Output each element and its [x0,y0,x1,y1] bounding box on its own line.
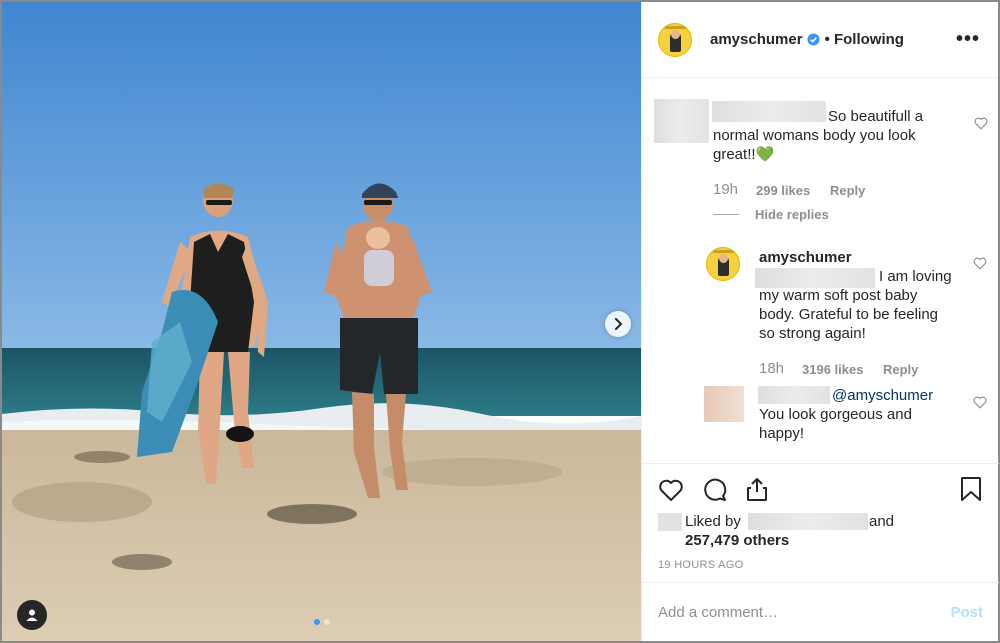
carousel-indicator [314,619,330,625]
comment-text: normal womans body you look [713,127,916,144]
commenter-avatar-blurred[interactable] [704,386,744,422]
beach-photo [2,2,641,641]
liked-by-name-blurred[interactable] [748,513,868,530]
reply-button[interactable]: Reply [883,362,918,377]
author-username[interactable]: amyschumer [710,31,803,48]
user-tag-icon [26,609,38,621]
next-photo-button[interactable] [605,311,631,337]
comment-text: happy! [759,425,805,442]
reply-text: so strong again! [759,325,866,342]
post-comment-button[interactable]: Post [950,604,983,621]
post-header: amyschumer • Following ••• [642,2,998,78]
verified-icon [807,33,820,46]
like-comment-heart-icon[interactable] [973,396,987,409]
comment-text: You look gorgeous and [759,406,912,423]
reply-author-avatar[interactable] [706,247,740,281]
post-actions: Liked by and 257,479 others 19 HOURS AGO [642,463,999,583]
commenter-avatar-blurred[interactable] [654,99,709,143]
heart-icon[interactable] [658,478,684,502]
chevron-right-icon [615,318,623,330]
user-tag-button[interactable] [17,600,47,630]
replies-divider [713,214,739,215]
author-avatar[interactable] [658,22,692,57]
hide-replies-button[interactable]: Hide replies [755,207,829,222]
likes-count[interactable]: 257,479 others [685,532,789,549]
commenter-name-blurred[interactable] [758,386,830,404]
comment-likes[interactable]: 3196 likes [802,362,863,377]
like-comment-heart-icon[interactable] [974,117,988,130]
like-comment-heart-icon[interactable] [973,257,987,270]
liked-by-prefix: Liked by [685,513,741,530]
carousel-dot-active [314,619,320,625]
carousel-dot [324,619,330,625]
comment-text: great!!💚 [713,146,775,163]
reply-text: I am loving [879,268,952,285]
liked-by-and: and [869,513,895,530]
comment-time: 18h [759,360,785,377]
comment-likes[interactable]: 299 likes [756,183,810,198]
reply-text: my warm soft post baby [759,287,918,304]
post-timestamp: 19 HOURS AGO [658,559,744,571]
comment-list[interactable]: So beautifull a normal womans body you l… [642,79,999,463]
more-icon[interactable]: ••• [956,28,980,51]
reply-text: body. Grateful to be feeling [759,306,939,323]
bookmark-icon[interactable] [960,476,982,502]
post-photo[interactable] [2,2,641,641]
commenter-name-blurred[interactable] [712,101,826,122]
reply-button[interactable]: Reply [830,183,865,198]
reply-author-username[interactable]: amyschumer [759,248,852,267]
add-comment-bar: Post [642,582,999,641]
comment-text: So beautifull a [828,108,924,125]
follow-status-button[interactable]: • Following [825,31,904,48]
comment-input[interactable] [658,603,951,621]
comment-mention-link[interactable]: @amyschumer [832,386,933,405]
comment-icon[interactable] [702,477,728,503]
post-side-panel: amyschumer • Following ••• So beautifull… [641,2,999,641]
liked-by-avatar-blurred[interactable] [658,513,682,531]
reply-mention-blurred[interactable] [755,268,875,288]
share-icon[interactable] [745,476,769,502]
comment-time: 19h [713,181,739,198]
